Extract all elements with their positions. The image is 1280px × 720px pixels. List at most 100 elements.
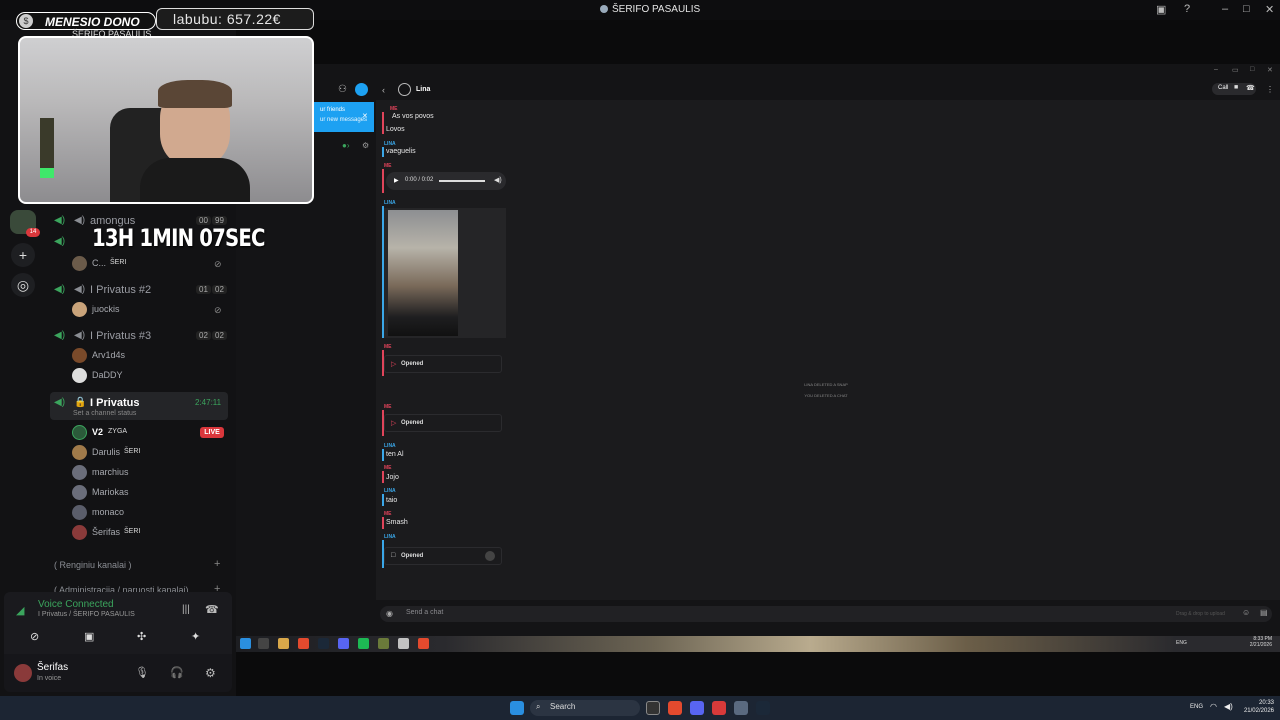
- language-indicator[interactable]: ENG: [1176, 640, 1187, 646]
- steam-icon[interactable]: [318, 638, 329, 649]
- sender-label: ME: [384, 404, 392, 410]
- opened-chat[interactable]: □ Opened: [384, 547, 502, 565]
- play-icon[interactable]: ▶: [394, 177, 399, 184]
- sender-label: ME: [384, 163, 392, 169]
- add-friend-icon[interactable]: ⚇: [338, 84, 347, 95]
- opened-label: Opened: [401, 361, 424, 367]
- audio-progress[interactable]: [439, 180, 485, 182]
- taskbar-search[interactable]: ⌕ Search: [530, 700, 640, 716]
- video-icon[interactable]: ■: [1234, 84, 1238, 91]
- spotify-icon[interactable]: [358, 638, 369, 649]
- avatar[interactable]: [14, 664, 32, 682]
- inner-clock[interactable]: 8:33 PM 2/21/2026: [1236, 636, 1272, 648]
- back-icon[interactable]: ‹: [382, 85, 385, 95]
- camera-off-icon[interactable]: ⊘: [30, 630, 39, 643]
- disconnect-icon[interactable]: ☎: [205, 603, 219, 616]
- search-label: Search: [550, 702, 576, 711]
- avatar: [72, 445, 87, 460]
- noise-suppression-icon[interactable]: |||: [182, 604, 190, 615]
- new-chat-icon[interactable]: [355, 83, 368, 96]
- screen-share-icon[interactable]: ▣: [84, 630, 94, 643]
- settings-icon[interactable]: [734, 701, 748, 715]
- wifi-icon[interactable]: ◠: [1210, 702, 1217, 711]
- volume-icon[interactable]: ◀): [494, 176, 502, 184]
- minimize-button[interactable]: –: [1222, 3, 1228, 15]
- folder-icon[interactable]: [278, 638, 289, 649]
- more-icon[interactable]: ⋮: [1266, 85, 1274, 94]
- chrome-icon[interactable]: [298, 638, 309, 649]
- windows-icon[interactable]: [240, 638, 251, 649]
- avatar[interactable]: [398, 83, 411, 96]
- message-text[interactable]: ten Al: [386, 451, 404, 458]
- emoji-icon[interactable]: ☺: [1242, 608, 1250, 617]
- snap-photo[interactable]: [388, 210, 458, 336]
- steam-icon[interactable]: [756, 701, 770, 715]
- close-button[interactable]: ✕: [1265, 3, 1274, 16]
- user-count: 01: [196, 285, 211, 294]
- webcam-feed: [18, 36, 314, 204]
- microphone-icon[interactable]: 🎙: [135, 666, 149, 679]
- voice-location[interactable]: I Privatus / ŠERIFO PASAULIS: [38, 611, 135, 618]
- activities-icon[interactable]: ✣: [137, 630, 146, 643]
- add-server-icon[interactable]: +: [11, 243, 35, 267]
- voice-channel-privatus-3[interactable]: ◀) ◀) I Privatus #3 02 02: [54, 327, 230, 347]
- message-text[interactable]: As vos povos: [392, 113, 434, 120]
- opened-snap[interactable]: ▷ Opened: [384, 414, 502, 432]
- audio-player[interactable]: ▶ 0:00 / 0:02 ◀): [386, 172, 506, 190]
- voice-channel-privatus-2[interactable]: ◀) ◀) I Privatus #2 01 02: [54, 281, 230, 301]
- message-text[interactable]: Jojo: [386, 474, 399, 481]
- discord-icon[interactable]: [690, 701, 704, 715]
- category-renginiu[interactable]: ( Renginiu kanalai ): [54, 560, 132, 570]
- app-icon[interactable]: [712, 701, 726, 715]
- settings-icon[interactable]: ⚙: [362, 141, 369, 150]
- app-icon[interactable]: [398, 638, 409, 649]
- headphones-icon[interactable]: 🎧: [170, 666, 184, 679]
- windows-start-icon[interactable]: [510, 701, 524, 715]
- message-text[interactable]: taio: [386, 497, 397, 504]
- minecraft-icon[interactable]: [378, 638, 389, 649]
- call-button-group[interactable]: Call ■ ☎: [1212, 83, 1256, 95]
- bitmoji-icon[interactable]: ●›: [342, 141, 350, 150]
- gear-icon[interactable]: ⚙: [205, 666, 216, 680]
- search-icon[interactable]: [258, 638, 269, 649]
- maximize-button[interactable]: □: [1250, 66, 1254, 73]
- voice-icon: ◀): [54, 397, 66, 408]
- volume-icon[interactable]: ◀): [1224, 702, 1233, 711]
- opened-snap[interactable]: ▷ Opened: [384, 355, 502, 373]
- clock-time: 20:33: [1258, 700, 1274, 706]
- sender-label: LINA: [384, 488, 396, 494]
- signal-icon[interactable]: ◢: [16, 604, 24, 617]
- explore-icon[interactable]: ◎: [11, 273, 35, 297]
- camera-icon[interactable]: ◉: [386, 609, 393, 618]
- replay-icon[interactable]: [485, 551, 495, 561]
- friend-banner[interactable]: ur friends ur new messages ✕: [314, 102, 374, 132]
- call-label: Call: [1218, 85, 1229, 91]
- screen-share-icon[interactable]: ▣: [1156, 3, 1166, 16]
- media-message[interactable]: [384, 208, 506, 338]
- donor-title: MENESIO DONO: [45, 15, 140, 29]
- message-text[interactable]: Smash: [386, 519, 408, 526]
- obs-icon[interactable]: [646, 701, 660, 715]
- message-bar: [382, 471, 384, 483]
- sticker-icon[interactable]: ▤: [1260, 608, 1268, 617]
- add-channel-icon[interactable]: +: [214, 558, 220, 570]
- soundboard-icon[interactable]: ✦: [191, 630, 200, 643]
- close-icon[interactable]: ✕: [362, 112, 368, 120]
- taskbar-clock[interactable]: 20:33 21/02/2026: [1238, 699, 1274, 715]
- maximize-button[interactable]: □: [1243, 3, 1250, 15]
- chat-input[interactable]: ◉ Send a chat Drag & drop to upload ☺ ▤: [380, 606, 1272, 622]
- minimize-button[interactable]: –: [1214, 66, 1218, 73]
- phone-icon[interactable]: ☎: [1246, 84, 1255, 92]
- help-icon[interactable]: ?: [1184, 3, 1190, 15]
- live-badge: LIVE: [200, 427, 224, 438]
- restore-button[interactable]: ▭: [1232, 66, 1239, 74]
- message-text[interactable]: Lovos: [386, 126, 405, 133]
- channel-status[interactable]: Set a channel status: [73, 410, 136, 417]
- message-text[interactable]: vaeguelis: [386, 148, 416, 155]
- discord-icon[interactable]: [338, 638, 349, 649]
- obs-icon[interactable]: [418, 638, 429, 649]
- close-button[interactable]: ✕: [1267, 66, 1273, 74]
- user-name: Šerifas: [37, 662, 69, 673]
- chrome-icon[interactable]: [668, 701, 682, 715]
- language-indicator[interactable]: ENG: [1190, 704, 1203, 710]
